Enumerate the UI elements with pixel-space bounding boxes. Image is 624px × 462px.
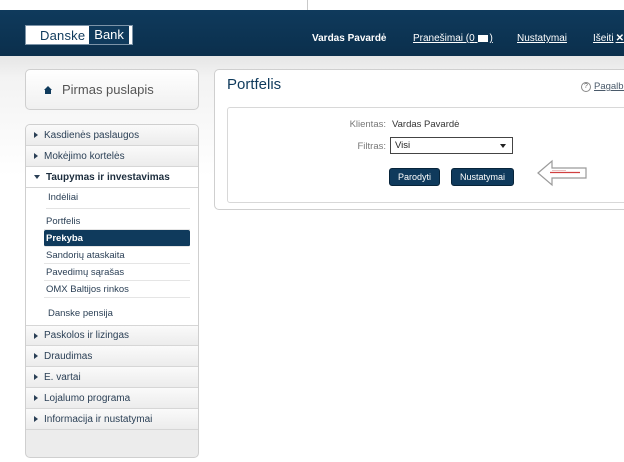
menu-item-lojalumo-programa[interactable]: Lojalumo programa xyxy=(26,388,198,409)
menu-item-kasdienes-paslaugos[interactable]: Kasdienės paslaugos xyxy=(26,125,198,146)
sub-item-sandoriu-ataskaita[interactable]: Sandorių ataskaita xyxy=(44,247,190,264)
home-label: Pirmas puslapis xyxy=(62,82,154,97)
sub-item-danske-pensija[interactable]: Danske pensija xyxy=(46,304,190,325)
top-header: Danske Bank Vardas Pavardė Pranešimai (0… xyxy=(0,10,624,56)
menu-item-label: Taupymas ir investavimas xyxy=(46,171,170,183)
menu-item-e-vartai[interactable]: E. vartai xyxy=(26,367,198,388)
menu-item-mokejimo-korteles[interactable]: Mokėjimo kortelės xyxy=(26,146,198,167)
portfolio-panel: Portfelis ? Pagalba Klientas: Vardas Pav… xyxy=(214,69,624,210)
menu-item-label: Kasdienės paslaugos xyxy=(44,129,140,141)
arrow-right-icon xyxy=(34,374,38,380)
home-button[interactable]: Pirmas puslapis xyxy=(25,69,199,110)
sub-item-indeliai[interactable]: Indėliai xyxy=(46,188,190,209)
client-label: Klientas: xyxy=(349,119,386,130)
menu-item-label: Informacija ir nustatymai xyxy=(44,413,153,425)
help-question-icon: ? xyxy=(581,81,591,92)
settings-button[interactable]: Nustatymai xyxy=(451,168,515,186)
help-link[interactable]: ? Pagalba xyxy=(581,81,624,92)
home-icon xyxy=(44,85,52,94)
sidebar-menu: Kasdienės paslaugos Mokėjimo kortelės Ta… xyxy=(25,124,199,458)
mail-icon xyxy=(478,35,489,42)
client-value: Vardas Pavardė xyxy=(392,119,460,130)
arrow-right-icon xyxy=(34,416,38,422)
menu-item-label: E. vartai xyxy=(44,371,81,383)
filter-select[interactable]: Visi xyxy=(390,137,513,154)
arrow-right-icon xyxy=(34,353,38,359)
user-name: Vardas Pavardė xyxy=(312,33,387,44)
logo-danske-text: Danske xyxy=(40,27,86,43)
settings-link[interactable]: Nustatymai xyxy=(517,33,567,44)
menu-item-draudimas[interactable]: Draudimas xyxy=(26,346,198,367)
messages-close-paren: ) xyxy=(489,33,493,44)
menu-item-label: Mokėjimo kortelės xyxy=(44,150,125,162)
arrow-right-icon xyxy=(34,395,38,401)
sub-group-portfelis: Portfelis Prekyba Sandorių ataskaita Pav… xyxy=(44,209,190,298)
menu-item-taupymas-ir-investavimas[interactable]: Taupymas ir investavimas xyxy=(26,167,198,188)
show-button[interactable]: Parodyti xyxy=(389,168,441,186)
arrow-right-icon xyxy=(34,332,38,339)
portfolio-form: Klientas: Vardas Pavardė Filtras: Visi P… xyxy=(227,107,624,203)
danske-bank-logo[interactable]: Danske Bank xyxy=(25,25,133,45)
messages-label: Pranešimai (0 xyxy=(413,33,475,44)
top-divider xyxy=(307,0,308,10)
hint-arrow-icon xyxy=(537,159,587,187)
logout-label: Išeiti xyxy=(593,33,614,44)
menu-item-paskolos-ir-lizingas[interactable]: Paskolos ir lizingas xyxy=(26,325,198,346)
submenu-taupymas: Indėliai Portfelis Prekyba Sandorių atas… xyxy=(26,188,198,325)
sub-item-portfelis[interactable]: Portfelis xyxy=(44,213,190,230)
logo-bank-text: Bank xyxy=(89,26,129,44)
help-label: Pagalba xyxy=(594,81,624,92)
menu-item-label: Draudimas xyxy=(44,350,93,362)
sub-item-prekyba[interactable]: Prekyba xyxy=(44,230,190,247)
sub-item-pavedimu-sarasas[interactable]: Pavedimų sąrašas xyxy=(44,264,190,281)
filter-label: Filtras: xyxy=(357,141,387,152)
arrow-down-icon xyxy=(34,175,40,179)
logout-link[interactable]: Išeiti ✕ xyxy=(593,33,624,44)
arrow-right-icon xyxy=(34,153,38,159)
menu-item-informacija-ir-nustatymai[interactable]: Informacija ir nustatymai xyxy=(26,409,198,430)
page-title: Portfelis xyxy=(227,76,282,93)
sub-item-omx-baltijos-rinkos[interactable]: OMX Baltijos rinkos xyxy=(44,281,190,298)
menu-item-label: Lojalumo programa xyxy=(44,392,131,404)
dropdown-arrow-icon xyxy=(500,144,506,148)
logout-x-icon: ✕ xyxy=(615,33,624,44)
menu-item-label: Paskolos ir lizingas xyxy=(44,330,130,341)
arrow-right-icon xyxy=(34,132,38,138)
filter-selected-value: Visi xyxy=(395,140,411,151)
messages-link[interactable]: Pranešimai (0 ) xyxy=(413,33,493,44)
